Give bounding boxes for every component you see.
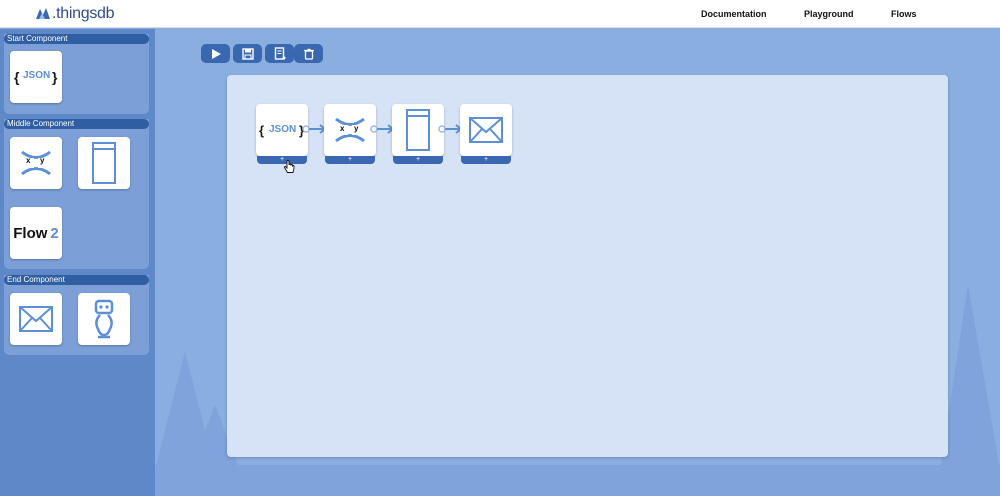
panel-component-tile[interactable] [78, 137, 130, 189]
panel-icon [92, 142, 116, 184]
top-navigation-bar: .thingsdb Documentation Playground Flows [0, 0, 1000, 28]
panel-icon [406, 109, 430, 151]
node-panel-add-button[interactable]: + [393, 156, 443, 164]
component-sidebar: Start Component { } JSON Middle Componen… [0, 29, 155, 496]
play-icon [211, 48, 221, 59]
hand-cursor-icon [284, 160, 295, 173]
mail-component-tile[interactable] [10, 293, 62, 345]
section-title-middle: Middle Component [4, 119, 149, 129]
section-title-start: Start Component [4, 34, 149, 44]
flow-node-xy-transform[interactable]: x y [324, 104, 376, 156]
node-json-label: JSON [269, 124, 297, 135]
json-component-tile[interactable]: { } JSON [10, 51, 62, 103]
section-title-end: End Component [4, 275, 149, 285]
json-tile-label: JSON [23, 70, 51, 81]
export-icon [274, 47, 285, 60]
save-icon [241, 47, 254, 60]
nav-documentation[interactable]: Documentation [701, 9, 767, 19]
mail-icon [469, 117, 503, 143]
thingsdb-logo[interactable]: .thingsdb [34, 5, 115, 23]
xy-transform-tile[interactable]: x y [10, 137, 62, 189]
node-mail-add-button[interactable]: + [461, 156, 511, 164]
export-button[interactable] [265, 44, 294, 63]
svg-text:{: { [14, 69, 20, 85]
robot-component-tile[interactable] [78, 293, 130, 345]
save-button[interactable] [233, 44, 262, 63]
nav-flows[interactable]: Flows [891, 9, 917, 19]
node-y-label: y [354, 124, 359, 133]
flow-tile-label: Flow [13, 224, 48, 242]
trash-icon [303, 48, 314, 60]
xy-transform-icon [21, 150, 51, 176]
middle-component-panel: Middle Component x y Flow 2 [4, 119, 149, 269]
flow-tile-number: 2 [50, 224, 59, 242]
flow-node-panel[interactable] [392, 104, 444, 156]
x-label: x [26, 156, 31, 165]
svg-text:}: } [52, 69, 58, 85]
end-component-panel: End Component [4, 275, 149, 355]
flow-component-tile[interactable]: Flow 2 [10, 207, 62, 259]
xy-transform-icon [335, 117, 365, 143]
node-xy-add-button[interactable]: + [325, 156, 375, 164]
logo-icon [36, 8, 50, 19]
mail-icon [19, 306, 53, 332]
svg-text:{: { [259, 123, 264, 138]
logo-text: .thingsdb [52, 5, 115, 22]
start-component-panel: Start Component { } JSON [4, 34, 149, 114]
flow-node-json[interactable]: { } JSON [256, 104, 308, 156]
y-label: y [40, 156, 45, 165]
flow-node-mail[interactable] [460, 104, 512, 156]
delete-button[interactable] [294, 44, 323, 63]
nav-playground[interactable]: Playground [804, 9, 854, 19]
run-button[interactable] [201, 44, 230, 63]
flow-canvas[interactable]: { } JSON + x y + + + [227, 75, 948, 457]
node-x-label: x [340, 124, 345, 133]
node-json-add-button[interactable]: + [257, 156, 307, 164]
robot-icon [94, 299, 114, 339]
